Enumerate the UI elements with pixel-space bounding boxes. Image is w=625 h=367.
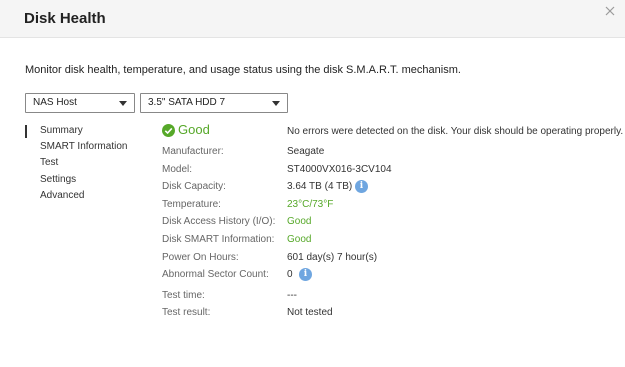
- disk-smart-information-value: Good: [287, 234, 312, 245]
- manufacturer-value: Seagate: [287, 146, 325, 157]
- disk-capacity-value: 3.64 TB (4 TB): [287, 181, 353, 192]
- model-value: ST4000VX016-3CV104: [287, 164, 392, 175]
- nav-item-settings[interactable]: Settings: [25, 174, 76, 185]
- nav-item-label: Summary: [40, 125, 83, 136]
- abnormal-sector-count-value: 0: [287, 269, 293, 280]
- model-label: Model:: [162, 164, 193, 175]
- active-indicator: [25, 125, 27, 138]
- manufacturer-label: Manufacturer:: [162, 146, 224, 157]
- disk-capacity-label: Disk Capacity:: [162, 181, 226, 192]
- disk-select[interactable]: 3.5" SATA HDD 7: [140, 93, 288, 113]
- chevron-down-icon: [272, 101, 280, 106]
- close-icon[interactable]: [603, 4, 617, 18]
- test-time-label: Test time:: [162, 290, 205, 301]
- info-icon[interactable]: i: [355, 180, 368, 193]
- host-select[interactable]: NAS Host: [25, 93, 135, 113]
- host-select-value: NAS Host: [33, 97, 77, 108]
- nav-item-advanced[interactable]: Advanced: [25, 190, 84, 201]
- window-title: Disk Health: [24, 10, 106, 27]
- power-on-hours-label: Power On Hours:: [162, 252, 239, 263]
- nav-item-label: Test: [40, 157, 59, 168]
- nav-item-label: Settings: [40, 174, 77, 185]
- nav-item-smart-information[interactable]: SMART Information: [25, 141, 127, 152]
- nav-item-test[interactable]: Test: [25, 157, 58, 168]
- disk-access-history-label: Disk Access History (I/O):: [162, 216, 276, 227]
- temperature-value: 23°C/73°F: [287, 199, 334, 210]
- page-description: Monitor disk health, temperature, and us…: [25, 64, 461, 76]
- nav-item-label: Advanced: [40, 190, 85, 201]
- temperature-label: Temperature:: [162, 199, 221, 210]
- status-message: No errors were detected on the disk. You…: [287, 126, 624, 137]
- disk-select-value: 3.5" SATA HDD 7: [148, 97, 226, 108]
- test-result-value: Not tested: [287, 307, 333, 318]
- test-time-value: ---: [287, 290, 297, 301]
- power-on-hours-value: 601 day(s) 7 hour(s): [287, 252, 378, 263]
- disk-access-history-value: Good: [287, 216, 312, 227]
- info-icon[interactable]: i: [299, 268, 312, 281]
- health-status-text: Good: [178, 122, 210, 137]
- abnormal-sector-count-label: Abnormal Sector Count:: [162, 269, 269, 280]
- disk-smart-information-label: Disk SMART Information:: [162, 234, 275, 245]
- nav-item-summary[interactable]: Summary: [25, 125, 83, 138]
- title-bar: Disk Health: [0, 0, 625, 38]
- test-result-label: Test result:: [162, 307, 211, 318]
- check-circle-icon: [162, 124, 175, 137]
- chevron-down-icon: [119, 101, 127, 106]
- nav-item-label: SMART Information: [40, 141, 128, 152]
